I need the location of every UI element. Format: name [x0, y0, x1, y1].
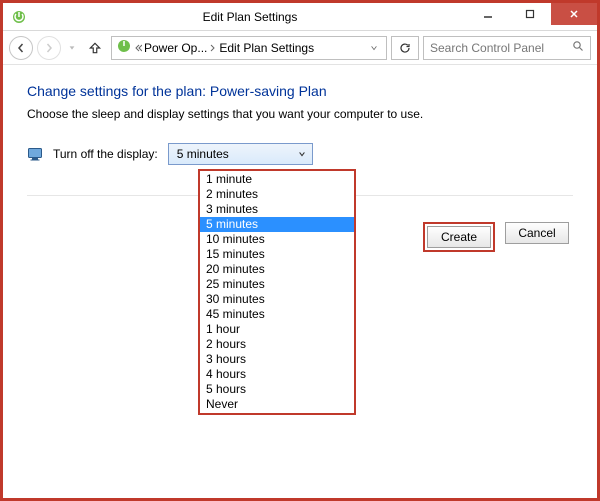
display-timeout-listbox[interactable]: 1 minute2 minutes3 minutes5 minutes10 mi…	[198, 169, 356, 415]
listbox-option[interactable]: 30 minutes	[200, 292, 354, 307]
toolbar: Power Op... Edit Plan Settings Search Co…	[3, 31, 597, 65]
chevron-down-icon	[298, 147, 306, 161]
listbox-option[interactable]: 5 minutes	[200, 217, 354, 232]
address-dropdown-icon[interactable]	[366, 41, 382, 55]
minimize-button[interactable]	[467, 3, 509, 25]
listbox-option[interactable]: 10 minutes	[200, 232, 354, 247]
listbox-option[interactable]: 5 hours	[200, 382, 354, 397]
display-timeout-combobox[interactable]: 5 minutes	[168, 143, 313, 165]
cancel-button-label: Cancel	[518, 226, 555, 240]
create-button-label: Create	[441, 230, 477, 244]
display-timeout-row: Turn off the display: 5 minutes	[27, 143, 573, 165]
power-plan-icon	[116, 38, 132, 57]
create-button-highlight: Create	[423, 222, 495, 252]
create-button[interactable]: Create	[427, 226, 491, 248]
content-area: Change settings for the plan: Power-savi…	[3, 65, 597, 252]
search-icon	[572, 40, 584, 55]
titlebar: Edit Plan Settings	[3, 3, 597, 31]
listbox-option[interactable]: 2 hours	[200, 337, 354, 352]
chevron-right-icon	[209, 44, 217, 52]
forward-button[interactable]	[37, 36, 61, 60]
window-title: Edit Plan Settings	[33, 10, 467, 24]
page-heading: Change settings for the plan: Power-savi…	[27, 83, 573, 99]
search-placeholder: Search Control Panel	[430, 41, 572, 55]
cancel-button[interactable]: Cancel	[505, 222, 569, 244]
history-dropdown-icon[interactable]	[65, 36, 79, 60]
up-button[interactable]	[83, 36, 107, 60]
listbox-option[interactable]: 4 hours	[200, 367, 354, 382]
close-button[interactable]	[551, 3, 597, 25]
display-timeout-label: Turn off the display:	[53, 147, 158, 161]
listbox-option[interactable]: Never	[200, 397, 354, 412]
listbox-option[interactable]: 25 minutes	[200, 277, 354, 292]
listbox-option[interactable]: 1 minute	[200, 172, 354, 187]
listbox-option[interactable]: 3 minutes	[200, 202, 354, 217]
combobox-value: 5 minutes	[177, 147, 298, 161]
breadcrumb-power-options[interactable]: Power Op...	[144, 41, 207, 55]
maximize-button[interactable]	[509, 3, 551, 25]
breadcrumb-edit-plan[interactable]: Edit Plan Settings	[219, 41, 314, 55]
chevron-left-icon	[134, 44, 142, 52]
refresh-button[interactable]	[391, 36, 419, 60]
listbox-option[interactable]: 20 minutes	[200, 262, 354, 277]
listbox-option[interactable]: 2 minutes	[200, 187, 354, 202]
window-controls	[467, 3, 597, 30]
listbox-option[interactable]: 15 minutes	[200, 247, 354, 262]
listbox-option[interactable]: 3 hours	[200, 352, 354, 367]
listbox-option[interactable]: 1 hour	[200, 322, 354, 337]
address-bar[interactable]: Power Op... Edit Plan Settings	[111, 36, 387, 60]
listbox-option[interactable]: 45 minutes	[200, 307, 354, 322]
page-description: Choose the sleep and display settings th…	[27, 107, 573, 121]
power-plan-icon	[11, 9, 27, 25]
search-input[interactable]: Search Control Panel	[423, 36, 591, 60]
display-icon	[27, 146, 43, 162]
back-button[interactable]	[9, 36, 33, 60]
